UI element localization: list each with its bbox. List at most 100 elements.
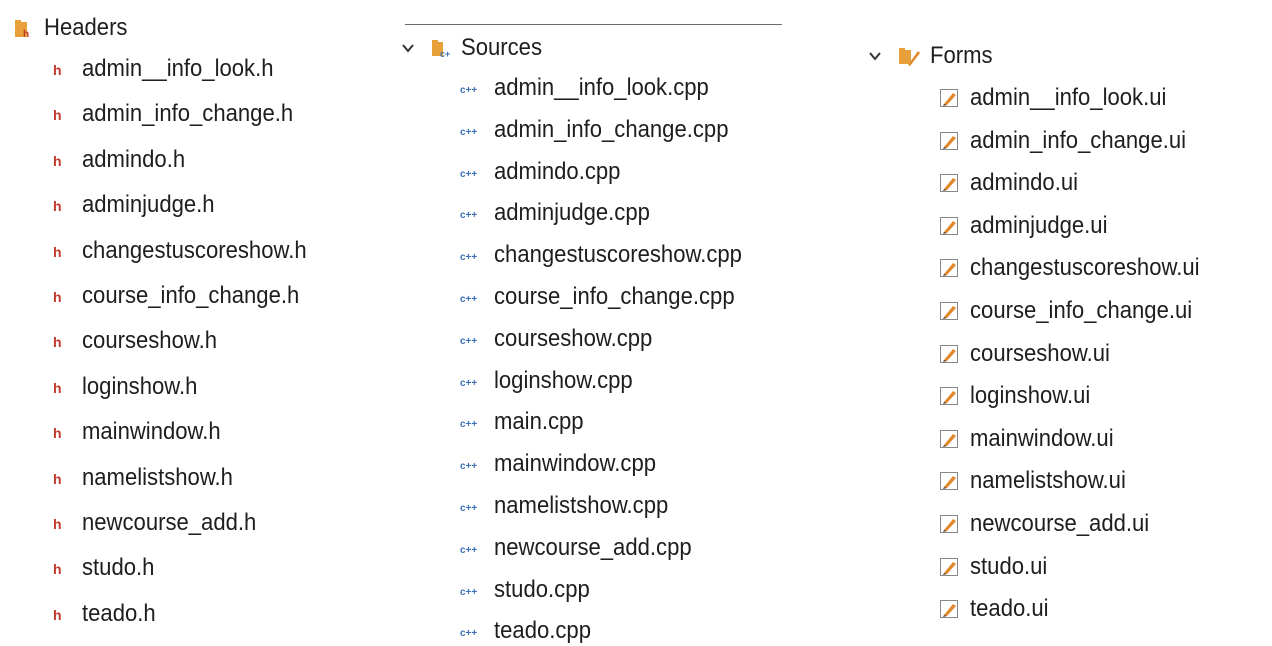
forms-folder-row[interactable]: Forms <box>868 42 998 70</box>
file-item[interactable]: c++ main.cpp <box>460 408 591 436</box>
file-item[interactable]: h teado.h <box>52 600 162 628</box>
cpp-file-icon: c++ <box>460 375 478 389</box>
chevron-down-icon[interactable] <box>401 41 415 55</box>
file-label: namelistshow.cpp <box>494 492 669 519</box>
file-item[interactable]: adminjudge.ui <box>940 212 1119 240</box>
sources-folder-label: Sources <box>461 34 543 61</box>
file-item[interactable]: loginshow.ui <box>940 382 1101 410</box>
header-file-icon: h <box>52 515 66 532</box>
file-label: studo.cpp <box>494 575 590 603</box>
svg-text:c++: c++ <box>460 169 477 179</box>
file-label: changestuscoreshow.ui <box>970 254 1200 282</box>
file-item[interactable]: admindo.ui <box>940 169 1087 197</box>
svg-text:c++: c++ <box>460 503 477 513</box>
svg-text:c++: c++ <box>460 85 477 95</box>
file-item[interactable]: courseshow.ui <box>940 340 1122 368</box>
file-item[interactable]: h mainwindow.h <box>52 418 233 446</box>
header-file-icon: h <box>52 61 66 78</box>
chevron-down-icon[interactable] <box>868 49 882 63</box>
svg-text:h: h <box>53 198 62 213</box>
cpp-file-icon: c++ <box>460 584 478 598</box>
svg-text:c++: c++ <box>460 587 477 597</box>
file-item[interactable]: newcourse_add.ui <box>940 510 1165 538</box>
file-item[interactable]: h adminjudge.h <box>52 191 226 219</box>
file-item[interactable]: c++ namelistshow.cpp <box>460 492 683 520</box>
file-item[interactable]: c++ studo.cpp <box>460 576 598 604</box>
file-item[interactable]: c++ admindo.cpp <box>460 158 631 186</box>
file-label: newcourse_add.cpp <box>494 533 692 561</box>
file-item[interactable]: h loginshow.h <box>52 373 207 401</box>
file-item[interactable]: c++ newcourse_add.cpp <box>460 534 709 562</box>
form-file-icon <box>940 131 958 150</box>
file-item[interactable]: c++ adminjudge.cpp <box>460 199 663 227</box>
file-item[interactable]: h admindo.h <box>52 146 194 174</box>
file-label: changestuscoreshow.cpp <box>494 241 742 269</box>
header-file-icon: h <box>52 470 66 487</box>
form-file-icon <box>940 302 958 320</box>
file-item[interactable]: c++ admin__info_look.cpp <box>460 74 728 102</box>
file-item[interactable]: changestuscoreshow.ui <box>940 254 1220 282</box>
file-item[interactable]: c++ admin_info_change.cpp <box>460 116 749 144</box>
file-label: mainwindow.h <box>82 418 221 446</box>
file-label: teado.cpp <box>494 617 591 645</box>
cpp-file-icon: c++ <box>460 166 478 180</box>
sources-folder-row[interactable]: c+ Sources <box>401 34 549 62</box>
file-item[interactable]: mainwindow.ui <box>940 425 1126 453</box>
file-item[interactable]: teado.ui <box>940 595 1055 623</box>
file-label: adminjudge.cpp <box>494 199 650 227</box>
file-label: admindo.ui <box>970 169 1079 197</box>
svg-text:h: h <box>53 107 62 122</box>
file-label: studo.ui <box>970 552 1048 580</box>
file-label: admin_info_change.h <box>82 100 294 128</box>
svg-text:c+: c+ <box>440 49 450 59</box>
file-item[interactable]: admin__info_look.ui <box>940 84 1183 112</box>
file-item[interactable]: h namelistshow.h <box>52 464 246 492</box>
file-item[interactable]: c++ course_info_change.cpp <box>460 283 756 311</box>
file-item[interactable]: h course_info_change.h <box>52 282 318 310</box>
file-item[interactable]: studo.ui <box>940 553 1054 581</box>
cpp-file-icon: c++ <box>460 333 478 347</box>
svg-text:c++: c++ <box>460 378 477 388</box>
file-item[interactable]: c++ teado.cpp <box>460 617 599 645</box>
file-item[interactable]: course_info_change.ui <box>940 297 1212 325</box>
source-folder-icon: c+ <box>431 37 453 59</box>
file-item[interactable]: h admin_info_change.h <box>52 100 312 128</box>
svg-text:h: h <box>53 607 62 622</box>
form-file-icon <box>940 557 958 576</box>
file-item[interactable]: h newcourse_add.h <box>52 509 271 537</box>
svg-text:c++: c++ <box>460 461 477 471</box>
file-item[interactable]: c++ courseshow.cpp <box>460 325 666 353</box>
file-label: newcourse_add.ui <box>970 510 1150 537</box>
cpp-file-icon: c++ <box>460 82 478 96</box>
file-label: loginshow.cpp <box>494 366 633 394</box>
svg-text:c++: c++ <box>460 545 477 555</box>
file-label: changestuscoreshow.h <box>82 236 307 264</box>
header-file-icon: h <box>52 606 66 623</box>
file-item[interactable]: h changestuscoreshow.h <box>52 237 326 265</box>
file-item[interactable]: c++ loginshow.cpp <box>460 367 645 395</box>
headers-folder-row[interactable]: h Headers <box>14 14 135 42</box>
sources-panel: c+ Sources c++ admin__info_look.cpp c++ adm… <box>385 0 785 646</box>
file-item[interactable]: c++ mainwindow.cpp <box>460 450 670 478</box>
file-item[interactable]: admin_info_change.ui <box>940 127 1205 155</box>
svg-text:h: h <box>53 561 62 576</box>
file-label: studo.h <box>82 554 155 582</box>
file-label: mainwindow.ui <box>970 424 1114 452</box>
file-label: admin__info_look.ui <box>970 84 1167 111</box>
file-label: courseshow.ui <box>970 339 1110 367</box>
file-item[interactable]: h studo.h <box>52 554 161 582</box>
form-file-icon <box>940 89 958 107</box>
file-label: teado.h <box>82 599 156 627</box>
file-label: admindo.h <box>82 145 186 173</box>
header-file-icon: h <box>52 424 66 441</box>
file-item[interactable]: h courseshow.h <box>52 327 229 355</box>
file-item[interactable]: c++ changestuscoreshow.cpp <box>460 241 764 269</box>
svg-text:h: h <box>53 153 62 168</box>
file-item[interactable]: h admin__info_look.h <box>52 55 290 83</box>
header-file-icon: h <box>52 288 66 305</box>
file-item[interactable]: namelistshow.ui <box>940 467 1139 495</box>
file-label: admin__info_look.h <box>82 55 274 82</box>
header-folder-icon: h <box>14 17 38 40</box>
file-label: courseshow.cpp <box>494 324 653 352</box>
form-file-icon <box>940 387 958 406</box>
